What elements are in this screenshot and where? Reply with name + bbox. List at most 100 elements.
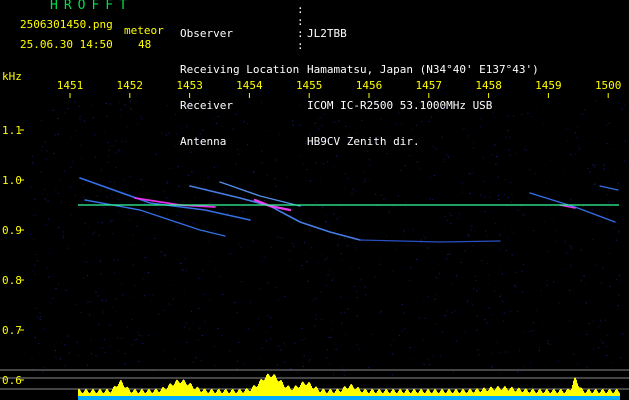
noise-dot [444, 216, 446, 218]
noise-dot [494, 116, 496, 118]
noise-dot [436, 277, 438, 279]
noise-dot [593, 183, 595, 185]
activity-bar [597, 391, 598, 396]
activity-bar [102, 392, 103, 396]
noise-dot [476, 315, 478, 317]
activity-bar [452, 393, 453, 396]
activity-bar [163, 387, 164, 396]
activity-bar [81, 392, 82, 396]
noise-dot [94, 231, 97, 233]
activity-bar [187, 385, 188, 396]
activity-bar [608, 389, 609, 396]
activity-bar [172, 385, 173, 396]
noise-dot [606, 124, 608, 126]
activity-bar [278, 381, 279, 396]
noise-dot [90, 340, 92, 342]
activity-bar [211, 389, 212, 396]
activity-bar [420, 389, 421, 396]
noise-dot [306, 261, 308, 263]
noise-dot [310, 247, 312, 249]
noise-dot [332, 328, 334, 330]
noise-dot [119, 101, 121, 103]
noise-dot [341, 322, 343, 324]
noise-dot [598, 347, 600, 349]
noise-dot [335, 348, 337, 350]
activity-bar [213, 391, 214, 396]
activity-bar [113, 386, 114, 396]
activity-bar [585, 392, 586, 396]
activity-bar [312, 388, 313, 396]
noise-dot [87, 275, 89, 277]
meteor-trace-7 [359, 239, 501, 243]
noise-dot [162, 207, 164, 209]
activity-bar [590, 391, 591, 396]
noise-dot [222, 294, 224, 295]
activity-bar [136, 390, 137, 396]
activity-bar [154, 390, 155, 396]
noise-dot [489, 196, 491, 198]
noise-dot [427, 359, 429, 361]
activity-bar [428, 389, 429, 396]
noise-dot [194, 197, 196, 198]
activity-bar [222, 392, 223, 396]
activity-bar [223, 391, 224, 396]
noise-dot [111, 145, 113, 147]
noise-dot [164, 255, 167, 257]
activity-bar [434, 389, 435, 396]
activity-bar [338, 389, 339, 396]
noise-dot [433, 175, 436, 177]
noise-dot [194, 223, 196, 225]
activity-bar [417, 393, 418, 396]
noise-dot [96, 195, 98, 197]
noise-dot [92, 233, 94, 235]
noise-dot [587, 167, 589, 169]
noise-dot [131, 343, 133, 345]
noise-dot [74, 101, 76, 103]
noise-dot [52, 297, 54, 299]
activity-bar [314, 387, 315, 396]
activity-bar [337, 388, 338, 396]
activity-bar [580, 387, 581, 396]
activity-bar [267, 373, 268, 396]
noise-dot [182, 270, 184, 272]
activity-bar [560, 389, 561, 396]
noise-dot [227, 212, 229, 214]
activity-bar [591, 392, 592, 396]
noise-dot [70, 215, 72, 217]
noise-dot [318, 128, 320, 130]
activity-bar [421, 389, 422, 396]
noise-dot [364, 286, 366, 288]
activity-bar [558, 391, 559, 396]
activity-bar [533, 389, 534, 396]
noise-dot [484, 318, 486, 320]
activity-bar [144, 392, 145, 396]
noise-dot [426, 293, 428, 295]
activity-bar [291, 390, 292, 396]
activity-bar [186, 384, 187, 396]
y-tick-label-1.1: 1.1 [2, 124, 22, 137]
noise-dot [594, 183, 596, 185]
noise-dot [522, 215, 524, 217]
noise-dot [290, 368, 292, 370]
activity-bar [181, 381, 182, 396]
activity-bar [524, 389, 525, 396]
activity-bar [138, 393, 139, 396]
noise-dot [167, 181, 169, 183]
activity-bar [521, 391, 522, 396]
activity-bar [122, 382, 123, 396]
noise-dot [145, 213, 147, 215]
activity-bar [583, 390, 584, 396]
activity-bar [609, 389, 610, 396]
noise-dot [356, 290, 358, 292]
activity-bar [444, 392, 445, 396]
activity-bar [346, 387, 347, 396]
noise-dot [72, 161, 74, 162]
noise-dot [212, 194, 214, 196]
activity-bar [418, 392, 419, 396]
activity-bar [284, 386, 285, 396]
activity-bar [345, 386, 346, 396]
noise-dot [185, 269, 188, 271]
noise-dot [261, 347, 263, 349]
noise-dot [344, 333, 346, 335]
activity-bar [431, 393, 432, 396]
